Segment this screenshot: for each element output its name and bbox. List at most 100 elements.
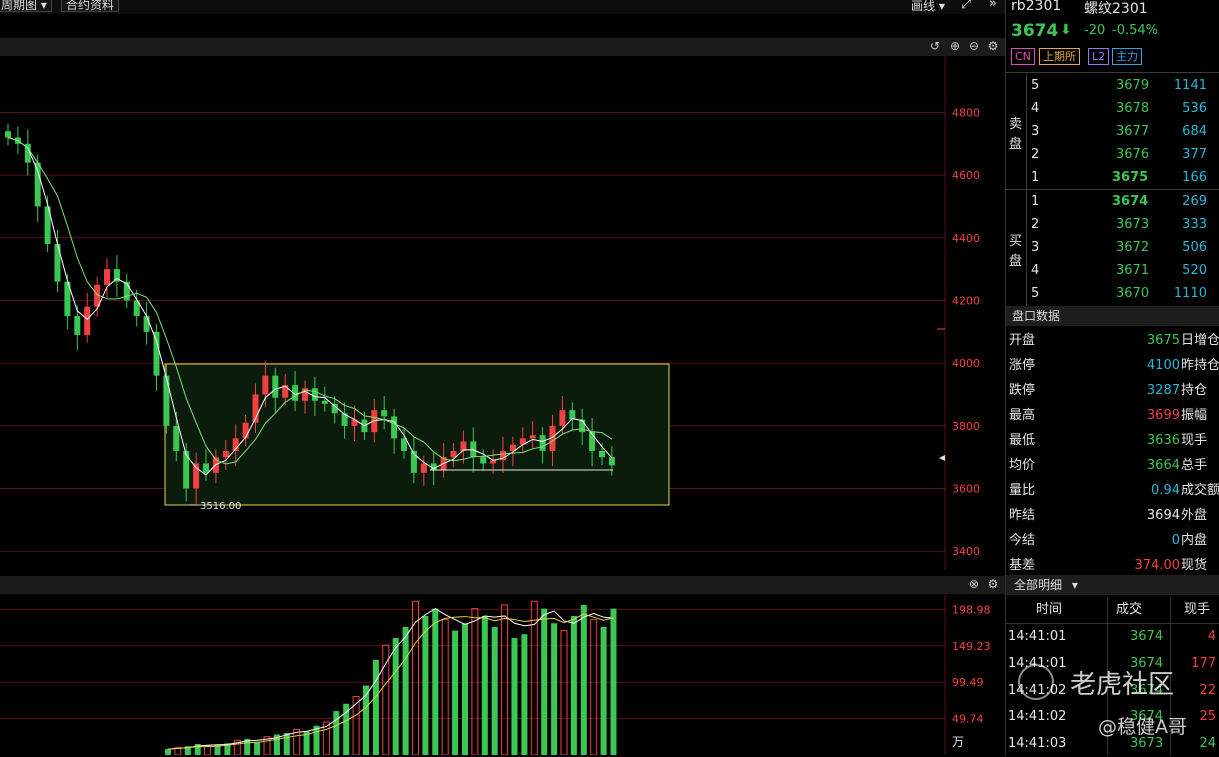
- volume-bar: [491, 626, 498, 755]
- volume-bar: [570, 615, 577, 755]
- pankou-right-label: 日增仓: [1181, 333, 1219, 348]
- trade-volume: 25: [1199, 709, 1216, 724]
- price-tick-label: 3800: [952, 420, 980, 433]
- pankou-title: 盘口数据: [1006, 306, 1219, 326]
- volume-bar: [283, 733, 290, 755]
- volume-bar: [590, 619, 598, 755]
- tag-exchange: 上期所: [1039, 48, 1080, 65]
- ask-row-1[interactable]: 1 3675 166: [1006, 166, 1219, 189]
- pankou-label: 均价: [1009, 458, 1036, 473]
- pankou-label: 最高: [1009, 408, 1036, 423]
- pankou-label: 开盘: [1009, 333, 1036, 348]
- volume-tick-label: 99.49: [952, 676, 984, 689]
- candle-body: [539, 435, 546, 451]
- ask-row-4[interactable]: 4 3678 536: [1006, 97, 1219, 120]
- candle-body: [163, 375, 170, 426]
- price-tick-label: 4600: [952, 169, 980, 182]
- price-tick-label: 3600: [952, 483, 980, 496]
- ask-price: 3679: [1116, 78, 1150, 93]
- contract-code: rb2301: [1011, 0, 1062, 14]
- fullscreen-icon[interactable]: ⤢: [961, 0, 971, 12]
- price-tick-label: 4200: [952, 294, 980, 307]
- pankou-row: 最低 3636 现手: [1006, 428, 1219, 453]
- bid-level: 1: [1031, 194, 1040, 209]
- pankou-row: 均价 3664 总手: [1006, 453, 1219, 478]
- volume-bar: [551, 623, 558, 755]
- top-toolbar: 周期图 ▾ 合约资料 画线 ▾ ⤢ »: [0, 0, 1005, 14]
- period-dropdown[interactable]: 周期图 ▾: [0, 0, 52, 12]
- ask-level: 4: [1031, 101, 1040, 116]
- bid-row-1[interactable]: 1 3674 269: [1006, 190, 1219, 213]
- pankou-row: 昨结 3694 外盘: [1006, 503, 1219, 528]
- price-tick-label: 4000: [952, 357, 980, 370]
- ask-row-3[interactable]: 3 3677 684: [1006, 120, 1219, 143]
- candle-body: [262, 375, 269, 395]
- volume-bar: [462, 623, 468, 755]
- contract-info-button[interactable]: 合约资料: [61, 0, 120, 12]
- trade-time: 14:41:02: [1008, 709, 1067, 724]
- pankou-label: 今结: [1009, 533, 1036, 548]
- bid-volume: 333: [1182, 217, 1207, 232]
- last-price: 3674: [1011, 21, 1059, 41]
- pankou-row: 涨停 4100 昨持仓: [1006, 353, 1219, 378]
- ask-level: 2: [1031, 147, 1040, 162]
- undo-icon[interactable]: ↺: [928, 39, 942, 53]
- candle-body: [5, 131, 11, 138]
- trades-dropdown[interactable]: 全部明细 ▾: [1006, 575, 1219, 595]
- pankou-value: 3664: [1146, 458, 1180, 473]
- candle-body: [529, 435, 536, 439]
- zoom-out-icon[interactable]: ⊖: [967, 39, 981, 53]
- volume-bar: [402, 626, 409, 755]
- trade-price: 3674: [1130, 629, 1164, 644]
- quote-panel: rb2301 螺纹2301 3674 ⬇ -20 -0.54% CN 上期所 L…: [1005, 0, 1219, 755]
- candle-body: [143, 316, 150, 332]
- bid-row-5[interactable]: 5 3670 1110: [1006, 282, 1219, 305]
- candle-body: [331, 403, 338, 414]
- price-tick-label: 4400: [952, 232, 980, 245]
- ask-volume: 377: [1182, 147, 1207, 162]
- gear-icon[interactable]: ⚙: [986, 577, 1000, 591]
- pankou-right-label: 内盘: [1181, 533, 1208, 548]
- zoom-in-icon[interactable]: ⊕: [948, 39, 962, 53]
- contract-info-label: 合约资料: [66, 0, 115, 12]
- bid-level: 4: [1031, 263, 1040, 278]
- pankou-label: 跌停: [1009, 383, 1036, 398]
- bid-row-2[interactable]: 2 3673 333: [1006, 213, 1219, 236]
- price-change: -20: [1084, 23, 1106, 38]
- volume-bar: [441, 619, 449, 755]
- gear-icon[interactable]: ⚙: [986, 39, 1000, 53]
- ask-volume: 1141: [1173, 78, 1207, 93]
- volume-bar: [165, 749, 171, 755]
- trades-title: 全部明细: [1014, 578, 1063, 592]
- tag-main: 主力: [1112, 48, 1142, 65]
- bid-volume: 506: [1182, 240, 1207, 255]
- volume-bar: [343, 703, 350, 755]
- volume-bar: [382, 644, 390, 755]
- close-icon[interactable]: ⊗: [967, 577, 981, 591]
- volume-bar: [560, 630, 568, 755]
- caret-down-icon: ▾: [40, 0, 47, 12]
- bid-volume: 520: [1182, 263, 1207, 278]
- bid-price: 3672: [1116, 240, 1150, 255]
- ask-row-5[interactable]: 5 3679 1141: [1006, 74, 1219, 97]
- ask-row-2[interactable]: 2 3676 377: [1006, 143, 1219, 166]
- ask-level: 5: [1031, 78, 1040, 93]
- pankou-row: 今结 0 内盘: [1006, 528, 1219, 553]
- pankou-label: 量比: [1009, 483, 1036, 498]
- volume-unit: 万: [952, 735, 964, 749]
- double-chevron-right-icon[interactable]: »: [989, 0, 997, 11]
- candle-body: [203, 463, 209, 473]
- ask-level: 1: [1031, 170, 1040, 185]
- bid-row-4[interactable]: 4 3671 520: [1006, 259, 1219, 282]
- volume-chart[interactable]: 198.98 149.23 99.49 49.74 万: [0, 594, 1005, 755]
- volume-tick-label: 149.23: [952, 640, 991, 653]
- volume-bar: [541, 608, 548, 755]
- kline-chart[interactable]: 4800 4600 4400 4200 4000 3800 3600 3400 3516.00: [0, 56, 1005, 570]
- volume-bar: [511, 637, 518, 755]
- trade-volume: 22: [1199, 683, 1216, 698]
- draw-line-button[interactable]: 画线 ▾: [911, 0, 945, 14]
- candle-body: [420, 463, 427, 473]
- bid-row-3[interactable]: 3 3672 506: [1006, 236, 1219, 259]
- volume-bar: [422, 615, 429, 755]
- volume-bar: [610, 608, 617, 755]
